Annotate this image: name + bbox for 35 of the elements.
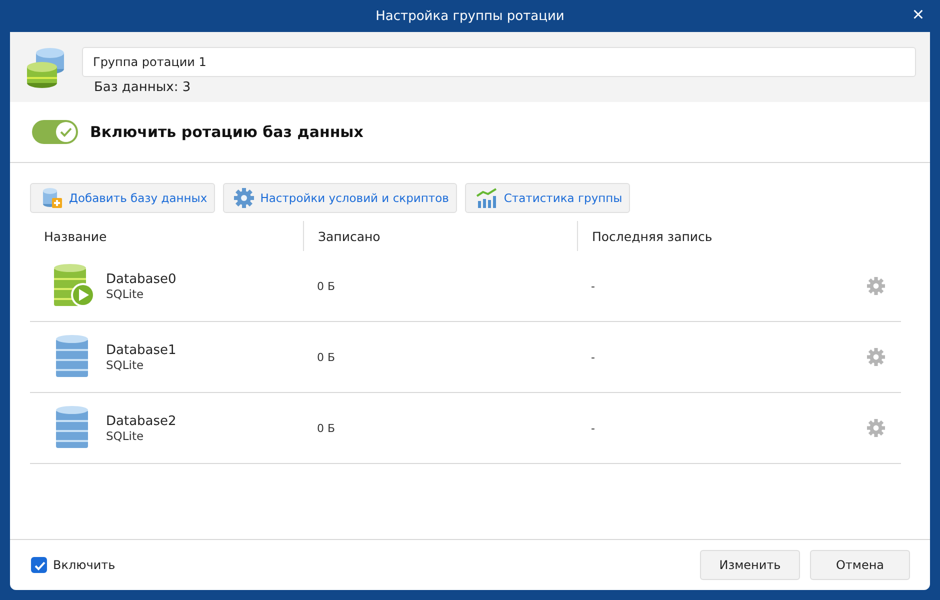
group-name-field[interactable]: Группа ротации 1	[82, 47, 916, 77]
window-title: Настройка группы ротации	[376, 8, 564, 24]
settings-icon	[234, 188, 254, 208]
settings-icon[interactable]	[867, 419, 885, 437]
statistics-button[interactable]: Статистика группы	[464, 183, 630, 213]
table-cell-text: -	[590, 280, 596, 292]
settings-button[interactable]: Настройки условий и скриптов	[223, 183, 457, 213]
enable-checkbox[interactable]	[31, 557, 47, 573]
database-name: Database1	[106, 342, 176, 358]
cancel-button[interactable]: Отмена	[810, 550, 910, 580]
table-cell-text: -	[590, 422, 596, 434]
table-cell-text: -	[590, 350, 596, 364]
database-name: Database0	[106, 272, 176, 286]
table-cell-text: 0 Б	[316, 280, 336, 292]
settings-icon[interactable]	[867, 348, 885, 366]
database-type: SQLite	[106, 428, 145, 442]
database-type: SQLite	[106, 358, 145, 372]
rotation-toggle[interactable]	[32, 120, 78, 144]
add-database-icon	[41, 187, 63, 209]
database-name: Database2	[106, 414, 176, 428]
enable-checkbox-label: Включить	[53, 558, 116, 572]
apply-button[interactable]: Изменить	[700, 550, 800, 580]
close-button[interactable]: ×	[906, 4, 930, 27]
database-type: SQLite	[106, 286, 145, 300]
bar-chart-icon	[476, 187, 498, 209]
column-header[interactable]: Последняя запись	[577, 221, 901, 251]
database-count: Баз данных: 3	[93, 80, 192, 95]
add-database-button[interactable]: Добавить базу данных	[30, 183, 216, 213]
column-header[interactable]: Записано	[303, 221, 577, 251]
table-cell-text: 0 Б	[316, 350, 336, 364]
check-icon	[56, 122, 76, 142]
table-cell-text: 0 Б	[316, 422, 336, 434]
settings-icon[interactable]	[867, 277, 885, 295]
column-header[interactable]: Название	[30, 221, 303, 251]
rotation-toggle-label: Включить ротацию баз данных	[90, 123, 364, 141]
